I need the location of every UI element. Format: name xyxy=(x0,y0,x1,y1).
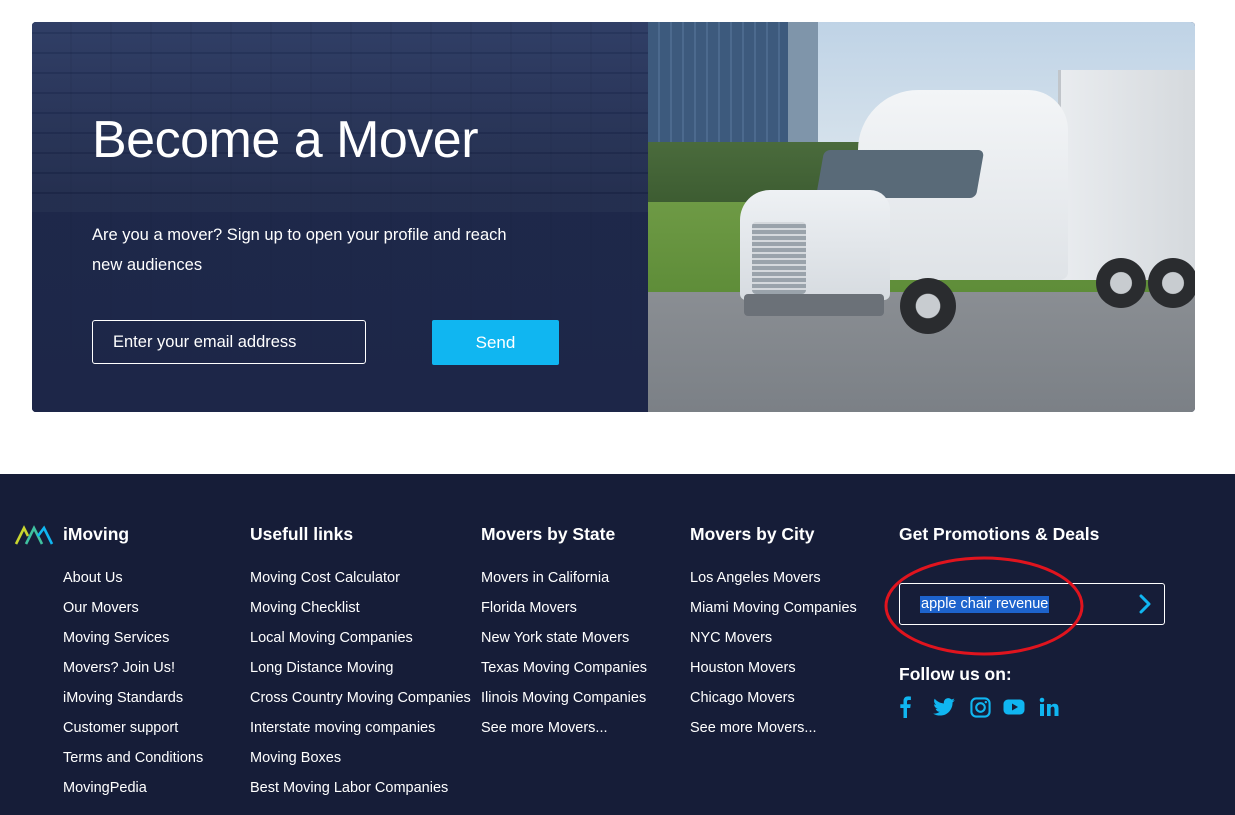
footer-link-local-moving[interactable]: Local Moving Companies xyxy=(250,628,471,658)
footer-link-terms[interactable]: Terms and Conditions xyxy=(63,748,203,778)
footer-heading-promotions: Get Promotions & Deals xyxy=(899,524,1100,544)
footer-link-our-movers[interactable]: Our Movers xyxy=(63,598,203,628)
send-button[interactable]: Send xyxy=(432,320,559,365)
footer-link-join-us[interactable]: Movers? Join Us! xyxy=(63,658,203,688)
footer-link-standards[interactable]: iMoving Standards xyxy=(63,688,203,718)
footer-links-useful: Moving Cost Calculator Moving Checklist … xyxy=(250,568,471,808)
footer-link-texas[interactable]: Texas Moving Companies xyxy=(481,658,647,688)
footer-link-moving-services[interactable]: Moving Services xyxy=(63,628,203,658)
footer-link-nyc[interactable]: NYC Movers xyxy=(690,628,857,658)
footer-link-more-cities[interactable]: See more Movers... xyxy=(690,718,857,748)
footer-links-imoving: About Us Our Movers Moving Services Move… xyxy=(63,568,203,808)
footer-heading-useful-links: Usefull links xyxy=(250,524,354,544)
footer-link-los-angeles[interactable]: Los Angeles Movers xyxy=(690,568,857,598)
footer-heading-by-state: Movers by State xyxy=(481,524,616,544)
instagram-icon[interactable] xyxy=(968,696,992,718)
footer-heading-by-city: Movers by City xyxy=(690,524,815,544)
footer-link-labor-companies[interactable]: Best Moving Labor Companies xyxy=(250,778,471,808)
footer-link-checklist[interactable]: Moving Checklist xyxy=(250,598,471,628)
footer-link-cost-calculator[interactable]: Moving Cost Calculator xyxy=(250,568,471,598)
chevron-right-icon[interactable] xyxy=(1138,594,1152,614)
footer-link-more-states[interactable]: See more Movers... xyxy=(481,718,647,748)
linkedin-icon[interactable] xyxy=(1037,696,1061,718)
footer-link-miami[interactable]: Miami Moving Companies xyxy=(690,598,857,628)
follow-us-label: Follow us on: xyxy=(899,664,1012,684)
site-footer: iMoving About Us Our Movers Moving Servi… xyxy=(0,474,1235,815)
truck-photo xyxy=(648,22,1195,412)
footer-link-movingpedia[interactable]: MovingPedia xyxy=(63,778,203,808)
hero-description: Are you a mover? Sign up to open your pr… xyxy=(92,226,507,274)
footer-link-houston[interactable]: Houston Movers xyxy=(690,658,857,688)
footer-link-florida[interactable]: Florida Movers xyxy=(481,598,647,628)
youtube-icon[interactable] xyxy=(1002,696,1026,718)
become-mover-banner: Become a Mover Are you a mover? Sign up … xyxy=(32,22,1195,412)
footer-link-cross-country[interactable]: Cross Country Moving Companies xyxy=(250,688,471,718)
footer-link-illinois[interactable]: Ilinois Moving Companies xyxy=(481,688,647,718)
promotions-input-value: apple chair revenue xyxy=(920,596,1050,613)
imoving-logo-icon xyxy=(14,525,54,545)
twitter-icon[interactable] xyxy=(932,696,956,718)
footer-link-interstate[interactable]: Interstate moving companies xyxy=(250,718,471,748)
footer-links-by-city: Los Angeles Movers Miami Moving Companie… xyxy=(690,568,857,748)
footer-link-about-us[interactable]: About Us xyxy=(63,568,203,598)
footer-link-customer-support[interactable]: Customer support xyxy=(63,718,203,748)
footer-link-chicago[interactable]: Chicago Movers xyxy=(690,688,857,718)
footer-heading-imoving: iMoving xyxy=(63,524,130,544)
promotions-email-input[interactable]: apple chair revenue xyxy=(899,583,1165,625)
email-input[interactable] xyxy=(92,320,366,364)
footer-links-by-state: Movers in California Florida Movers New … xyxy=(481,568,647,748)
footer-link-california[interactable]: Movers in California xyxy=(481,568,647,598)
footer-link-new-york-state[interactable]: New York state Movers xyxy=(481,628,647,658)
footer-link-long-distance[interactable]: Long Distance Moving xyxy=(250,658,471,688)
facebook-icon[interactable] xyxy=(893,696,917,718)
hero-title: Become a Mover xyxy=(92,111,479,169)
footer-link-moving-boxes[interactable]: Moving Boxes xyxy=(250,748,471,778)
